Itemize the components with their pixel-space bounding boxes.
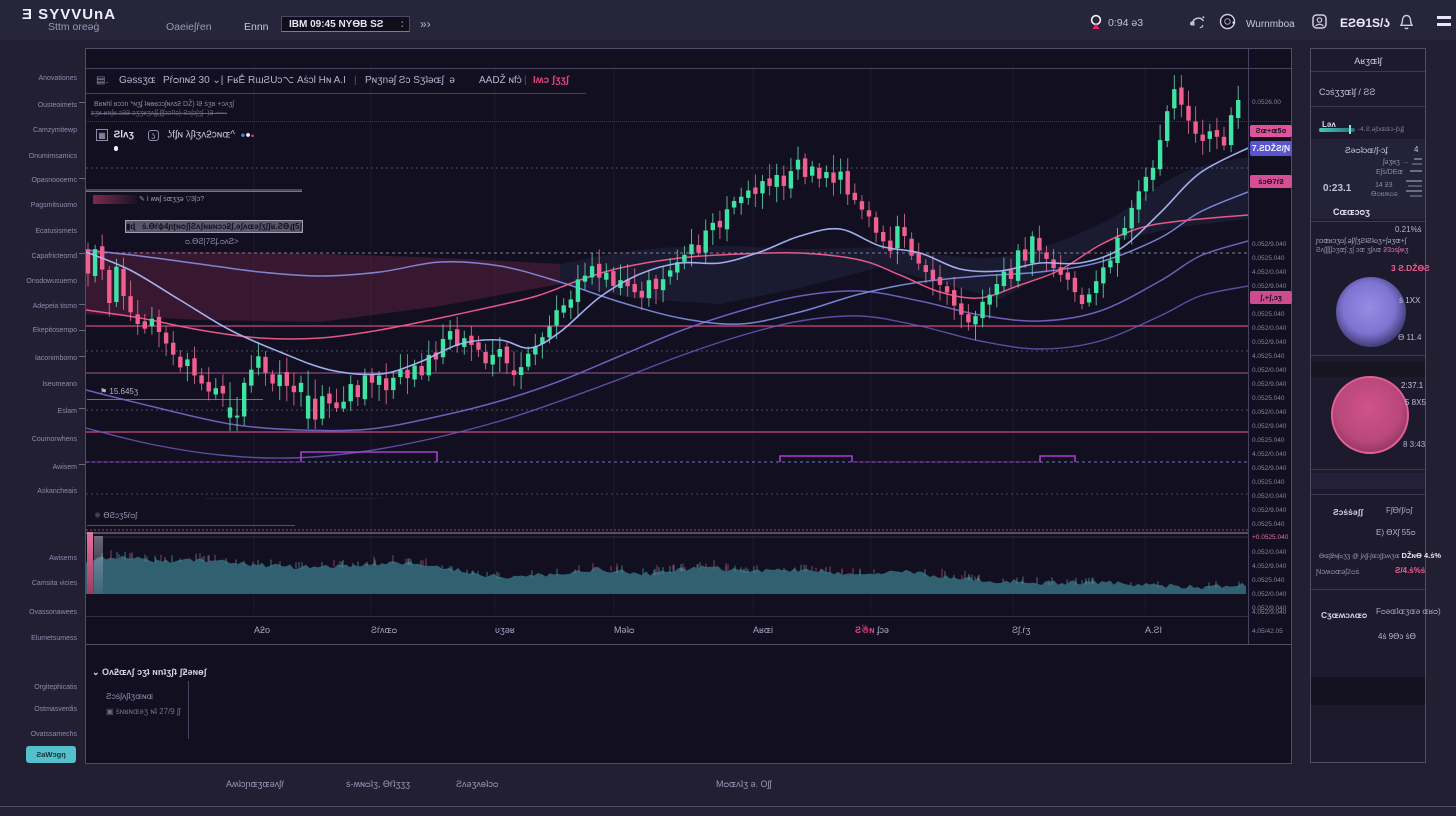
- svg-text:..............................: ........................................…: [206, 495, 382, 501]
